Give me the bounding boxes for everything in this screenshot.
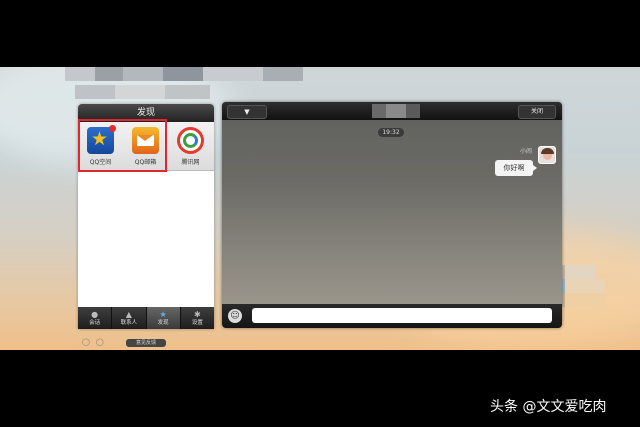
app-label: 腾讯网	[181, 159, 200, 166]
message-bubble: 你好啊	[495, 160, 537, 176]
tab-contacts[interactable]: ▲ 联系人	[112, 307, 147, 329]
chat-window: ▼ 关闭 19:32 小闹 你好啊 ☺	[222, 102, 562, 328]
top-letterbox	[0, 0, 640, 67]
tab-chats[interactable]: ● 会话	[78, 307, 113, 329]
app-tencent-news[interactable]: 腾讯网	[168, 122, 213, 170]
gear-icon: ✱	[194, 309, 201, 319]
message-timestamp: 19:32	[378, 128, 404, 137]
sender-name: 小闹	[519, 148, 532, 155]
dropdown-button[interactable]: ▼	[227, 105, 267, 119]
avatar[interactable]	[538, 146, 556, 164]
chat-title-bar: ▼ 关闭	[222, 102, 562, 120]
window-controls[interactable]: ◯◯	[82, 338, 110, 346]
watermark: 头条 @文文爱吃肉	[490, 399, 607, 415]
message-input[interactable]	[252, 308, 552, 323]
highlight-box	[78, 119, 167, 172]
tencent-news-icon	[177, 127, 204, 154]
contacts-icon: ▲	[125, 309, 132, 319]
emoji-icon[interactable]: ☺	[228, 309, 242, 323]
bottom-tab-bar: ● 会话 ▲ 联系人 ★ 发现 ✱ 设置	[78, 307, 214, 329]
tab-discover[interactable]: ★ 发现	[146, 307, 181, 329]
close-button[interactable]: 关闭	[518, 105, 556, 119]
star-icon: ★	[159, 309, 167, 319]
feedback-button[interactable]: 意见反馈	[126, 339, 166, 347]
input-bar: ☺	[222, 304, 562, 328]
tab-settings[interactable]: ✱ 设置	[181, 307, 214, 329]
chat-bubble-icon: ●	[91, 309, 99, 319]
